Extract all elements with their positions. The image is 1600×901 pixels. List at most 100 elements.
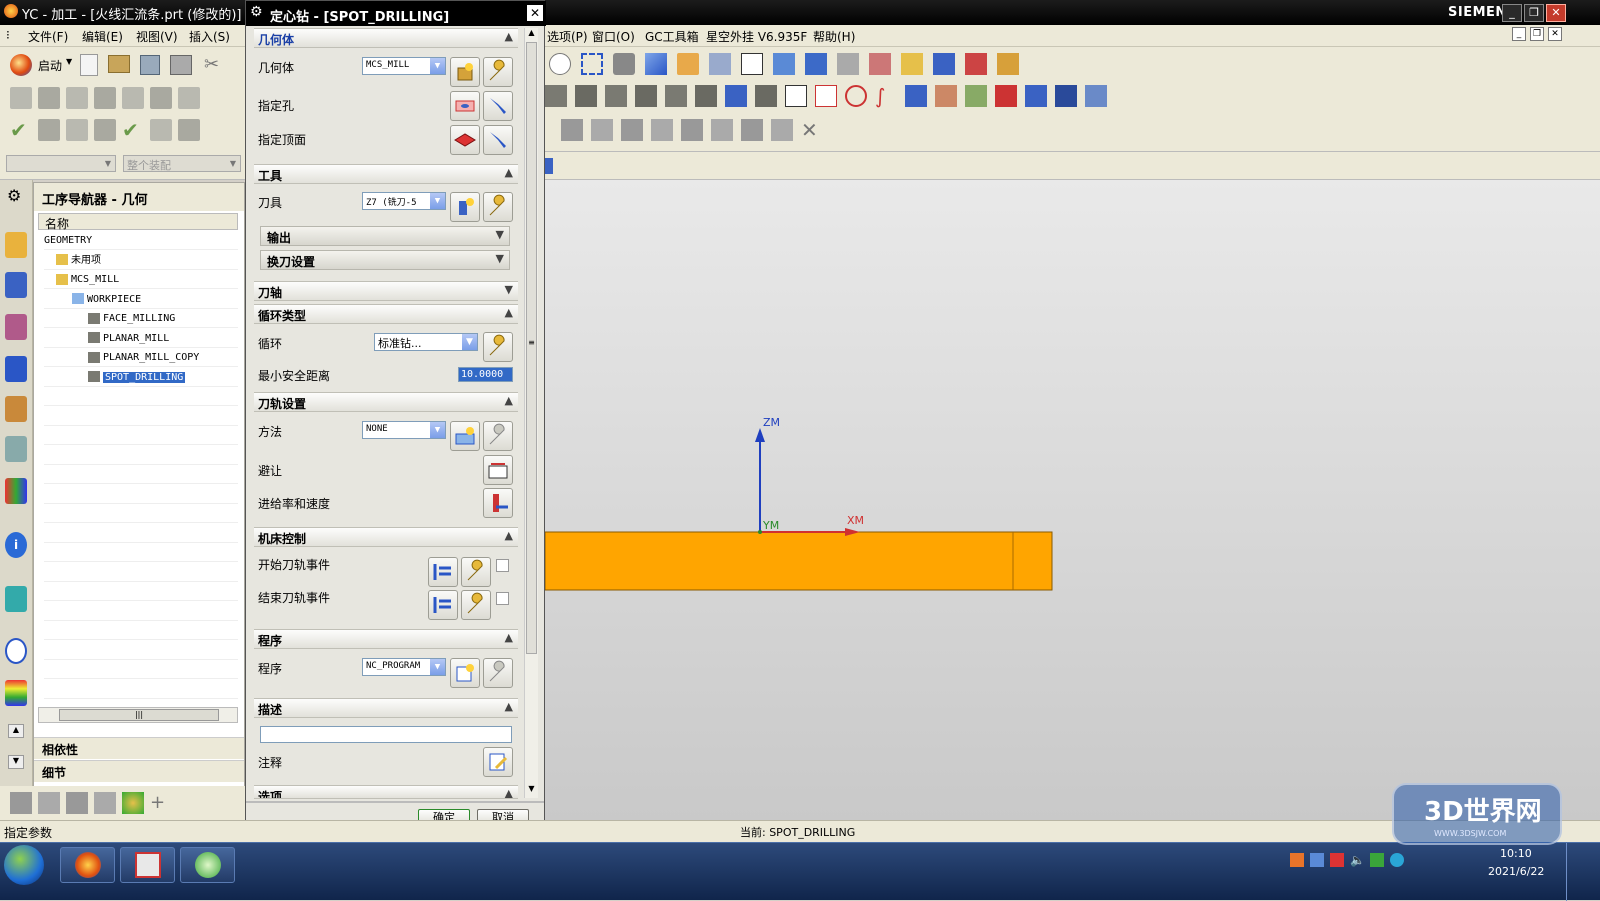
tree-row[interactable]: 未用项 xyxy=(44,251,238,270)
tree-row[interactable]: SPOT_DRILLING xyxy=(44,368,238,387)
tray3-icon[interactable] xyxy=(1330,853,1344,867)
edit2-icon[interactable] xyxy=(591,119,613,141)
dialog-close-button[interactable]: ✕ xyxy=(527,5,543,21)
generate-path-icon[interactable] xyxy=(150,87,172,109)
start-events-button[interactable] xyxy=(428,557,458,587)
menu-insert[interactable]: 插入(S) xyxy=(189,28,230,45)
edit-tool-button[interactable] xyxy=(483,192,513,222)
volume-icon[interactable]: 🔈 xyxy=(1350,853,1365,867)
tree-row[interactable]: MCS_MILL xyxy=(44,270,238,289)
op1-icon[interactable] xyxy=(545,85,567,107)
machine-control-section-header[interactable]: 机床控制 ▲ xyxy=(254,527,518,547)
new-method-button[interactable] xyxy=(450,421,480,451)
ruler-icon[interactable] xyxy=(997,53,1019,75)
method-select[interactable]: NONE ▼ xyxy=(362,421,446,439)
geometry-select[interactable]: MCS_MILL ▼ xyxy=(362,57,446,75)
history-icon[interactable] xyxy=(5,638,27,664)
edit3-icon[interactable] xyxy=(621,119,643,141)
fit-icon[interactable] xyxy=(581,53,603,75)
doc-restore-button[interactable]: ❐ xyxy=(1530,27,1544,41)
create-tool-icon[interactable] xyxy=(38,87,60,109)
edit-start-events-button[interactable] xyxy=(461,557,491,587)
analysis-icon[interactable] xyxy=(901,53,923,75)
new-file-icon[interactable] xyxy=(80,54,98,76)
menu-plugin[interactable]: 星空外挂 V6.935F xyxy=(706,28,807,45)
dialog-scroll-thumb[interactable]: ≡ xyxy=(526,42,537,654)
table-icon[interactable] xyxy=(66,119,88,141)
background-icon[interactable] xyxy=(677,53,699,75)
navigator-hscrollbar[interactable]: ||| xyxy=(38,707,238,723)
tree-row[interactable]: PLANAR_MILL_COPY xyxy=(44,348,238,367)
plus-icon[interactable]: + xyxy=(150,792,172,814)
edit4-icon[interactable] xyxy=(651,119,673,141)
dependencies-panel[interactable]: 相依性 xyxy=(34,737,244,759)
start-events-checkbox[interactable] xyxy=(496,559,509,572)
op10-icon[interactable] xyxy=(815,85,837,107)
task-app3[interactable] xyxy=(180,847,235,883)
op16-icon[interactable] xyxy=(995,85,1017,107)
geometry-section-header[interactable]: 几何体 ▲ xyxy=(254,28,518,48)
menu-file[interactable]: 文件(F) xyxy=(28,28,68,45)
output-subsection[interactable]: 输出 ▼ xyxy=(260,226,510,246)
op3-icon[interactable] xyxy=(605,85,627,107)
op11-icon[interactable] xyxy=(845,85,867,107)
doc-minimize-button[interactable]: _ xyxy=(1512,27,1526,41)
select-filter-icon[interactable] xyxy=(933,53,955,75)
roles-icon[interactable] xyxy=(5,680,27,706)
info-icon[interactable]: i xyxy=(5,532,27,558)
create-geometry-icon[interactable] xyxy=(66,87,88,109)
delete-icon[interactable]: ✕ xyxy=(801,119,823,141)
doc-close-button[interactable]: ✕ xyxy=(1548,27,1562,41)
network-icon[interactable] xyxy=(1310,853,1324,867)
tray5-icon[interactable] xyxy=(1370,853,1384,867)
rotate-icon[interactable] xyxy=(613,53,635,75)
options-section-header[interactable]: 选项 ▲ xyxy=(254,785,518,799)
web-browser-icon[interactable] xyxy=(5,586,27,612)
tray1-icon[interactable] xyxy=(1290,853,1304,867)
save-icon[interactable] xyxy=(140,55,160,75)
edit5-icon[interactable] xyxy=(681,119,703,141)
tree-row[interactable]: PLANAR_MILL xyxy=(44,329,238,348)
machine-nav-icon[interactable] xyxy=(5,396,27,422)
snap-view-icon[interactable] xyxy=(805,53,827,75)
end-events-button[interactable] xyxy=(428,590,458,620)
edit-geometry-button[interactable] xyxy=(483,57,513,87)
palette-icon[interactable] xyxy=(5,478,27,504)
op12-icon[interactable]: ∫ xyxy=(875,85,897,107)
dialog-vscrollbar[interactable]: ▲ ≡ ▼ xyxy=(524,28,538,798)
menu-edit[interactable]: 编辑(E) xyxy=(82,28,123,45)
cut-icon[interactable]: ✂ xyxy=(204,55,224,75)
hscroll-thumb[interactable]: ||| xyxy=(59,709,219,721)
minimize-button[interactable]: _ xyxy=(1502,4,1522,22)
op4-icon[interactable] xyxy=(635,85,657,107)
new-geometry-button[interactable] xyxy=(450,57,480,87)
part-tab-icon[interactable] xyxy=(545,158,553,174)
op8-icon[interactable] xyxy=(755,85,777,107)
orient-icon[interactable] xyxy=(773,53,795,75)
display-top-button[interactable] xyxy=(483,125,513,155)
start-dropdown-icon[interactable]: ▼ xyxy=(66,57,72,66)
avoidance-button[interactable] xyxy=(483,455,513,485)
op17-icon[interactable] xyxy=(1025,85,1047,107)
scroll-down-icon[interactable]: ▼ xyxy=(8,755,24,769)
check2-icon[interactable]: ✔ xyxy=(122,119,144,141)
menu-gc-toolbox[interactable]: GC工具箱 xyxy=(645,28,699,45)
print-icon[interactable] xyxy=(170,55,192,75)
tree-row[interactable]: WORKPIECE xyxy=(44,290,238,309)
program-section-header[interactable]: 程序 ▲ xyxy=(254,629,518,649)
cycle-select[interactable]: 标准钻... ▼ xyxy=(374,333,478,351)
layer-icon[interactable] xyxy=(741,53,763,75)
op9-icon[interactable] xyxy=(785,85,807,107)
min-clearance-input[interactable] xyxy=(458,367,513,382)
assembly-select[interactable]: 整个装配 ▼ xyxy=(123,155,241,172)
tool-select[interactable]: Z7 (铣刀-5 ▼ xyxy=(362,192,446,210)
edit8-icon[interactable] xyxy=(771,119,793,141)
scroll-down-icon[interactable]: ▼ xyxy=(526,784,537,796)
edit-method-button[interactable] xyxy=(483,421,513,451)
cycle-section-header[interactable]: 循环类型 ▲ xyxy=(254,304,518,324)
part-nav-icon[interactable] xyxy=(5,314,27,340)
op2-icon[interactable] xyxy=(575,85,597,107)
op14-icon[interactable] xyxy=(935,85,957,107)
program-select[interactable]: NC_PROGRAM ▼ xyxy=(362,658,446,676)
specify-hole-button[interactable] xyxy=(450,91,480,121)
